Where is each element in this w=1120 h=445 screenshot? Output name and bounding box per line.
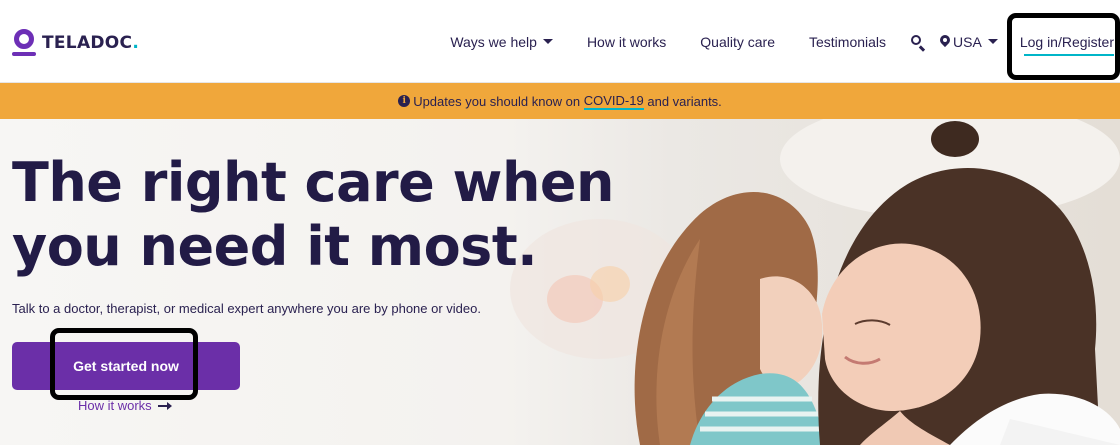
nav-how-it-works[interactable]: How it works [587, 34, 666, 50]
logo-text: TELADOC. [42, 33, 140, 53]
login-register-link[interactable]: Log in/Register [1012, 0, 1120, 83]
covid-alert-banner: i Updates you should know on COVID-19 an… [0, 83, 1120, 119]
nav-how-it-works-label: How it works [586, 33, 667, 50]
banner-text-before: Updates you should know on [413, 93, 581, 109]
caret-down-icon [542, 39, 553, 44]
banner-text-after: and variants. [647, 93, 722, 109]
get-started-label: Get started now [73, 358, 179, 374]
site-header: TELADOC. Ways we help How it works Quali… [0, 0, 1120, 83]
locale-label: USA [953, 33, 982, 50]
get-started-button[interactable]: Get started now [12, 342, 240, 390]
how-it-works-link[interactable]: How it works [78, 398, 172, 413]
nav-quality-care[interactable]: Quality care [700, 34, 775, 50]
nav-ways-we-help[interactable]: Ways we help [450, 34, 553, 50]
nav-quality-care-label: Quality care [700, 33, 775, 50]
covid-19-link[interactable]: COVID-19 [583, 93, 644, 110]
caret-down-icon [987, 39, 998, 44]
search-icon[interactable] [910, 34, 926, 51]
login-underline [1023, 54, 1114, 56]
locale-selector[interactable]: USA [937, 32, 998, 50]
hero-section: The right care when you need it most. Ta… [0, 119, 1120, 445]
hero-title: The right care when you need it most. [12, 151, 614, 278]
map-pin-icon [937, 32, 953, 49]
teladoc-logo[interactable]: TELADOC. [12, 28, 139, 58]
hero-subtitle: Talk to a doctor, therapist, or medical … [12, 301, 481, 316]
nav-ways-we-help-label: Ways we help [450, 33, 537, 50]
arrow-right-icon [157, 401, 172, 411]
nav-testimonials[interactable]: Testimonials [809, 34, 886, 50]
main-nav: Ways we help How it works Quality care T… [450, 0, 1120, 83]
info-icon: i [398, 95, 411, 107]
login-register-label: Log in/Register [1019, 33, 1114, 50]
teladoc-logo-icon [12, 28, 38, 58]
nav-testimonials-label: Testimonials [809, 33, 887, 50]
how-it-works-link-label: How it works [78, 398, 152, 413]
